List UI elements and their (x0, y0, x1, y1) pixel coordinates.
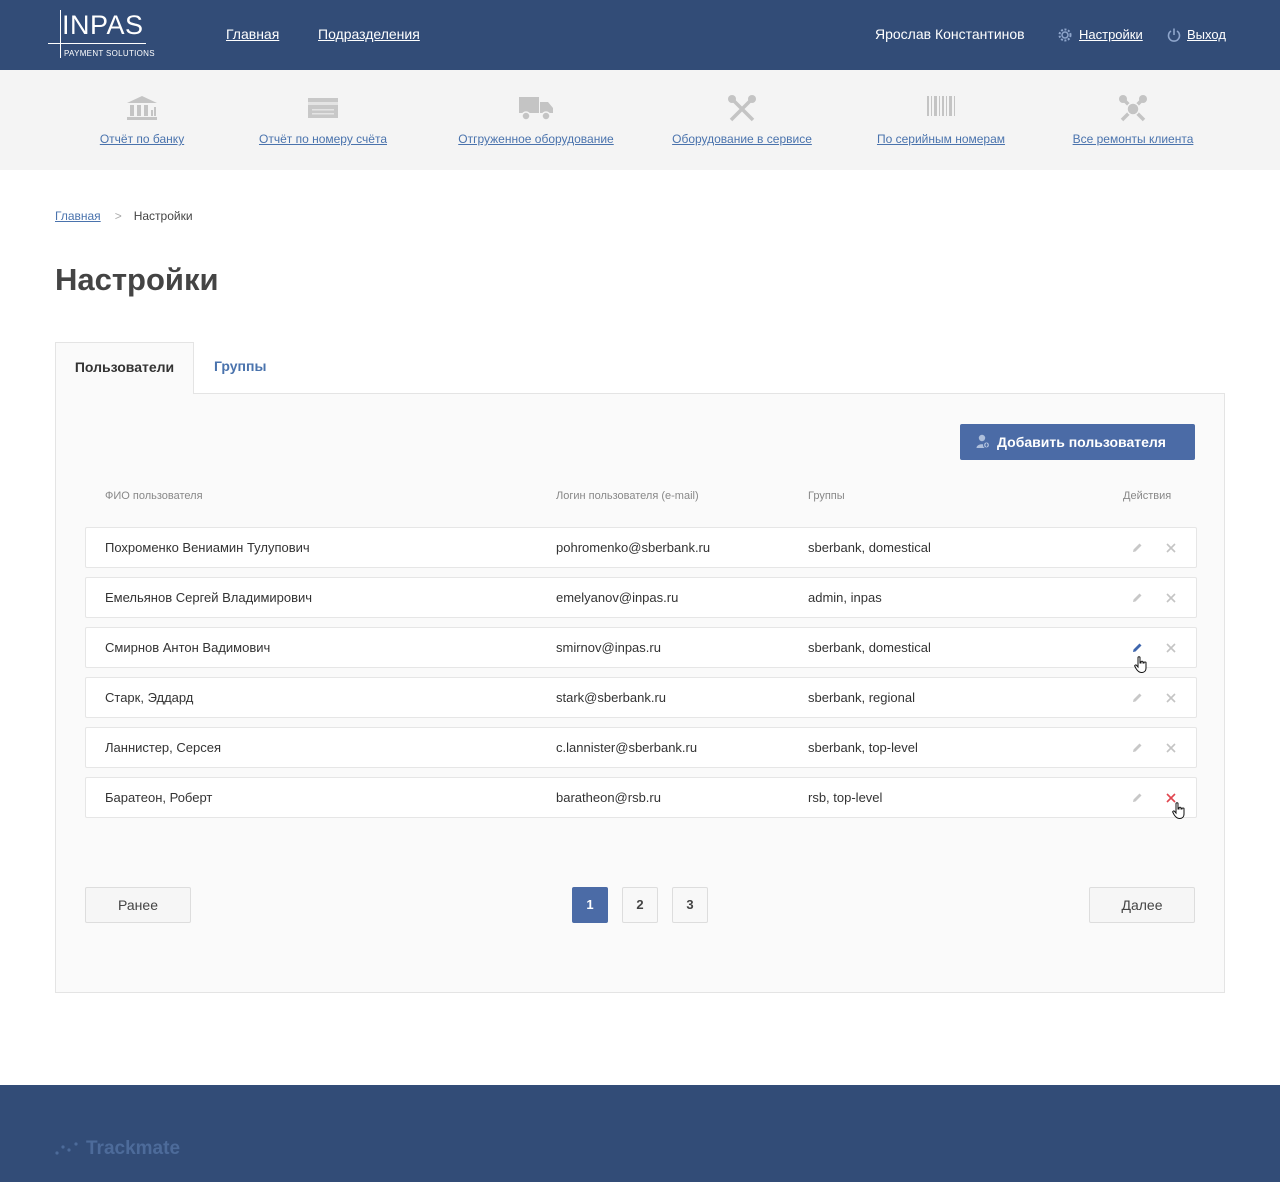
delete-x-icon[interactable] (1164, 741, 1178, 755)
page-1-button[interactable]: 1 (572, 887, 608, 923)
hand-cursor-icon (1172, 802, 1185, 820)
hand-cursor-icon (1134, 656, 1147, 674)
cell-groups: sberbank, domestical (808, 540, 931, 555)
breadcrumb-home[interactable]: Главная (55, 209, 101, 223)
cell-name: Ланнистер, Серсея (105, 740, 221, 755)
prev-page-button[interactable]: Ранее (85, 887, 191, 923)
delete-x-icon[interactable] (1164, 541, 1178, 555)
edit-pencil-icon[interactable] (1130, 641, 1144, 655)
tab-users[interactable]: Пользователи (55, 342, 194, 394)
quicknav-label: Отгруженное оборудование (458, 132, 614, 146)
table-row[interactable]: Смирнов Антон Вадимович smirnov@inpas.ru… (85, 627, 1197, 674)
edit-pencil-icon[interactable] (1130, 741, 1144, 755)
page-2-button[interactable]: 2 (622, 887, 658, 923)
quicknav-label: Оборудование в сервисе (672, 132, 812, 146)
barcode-icon (927, 96, 955, 116)
cell-groups: sberbank, domestical (808, 640, 931, 655)
add-user-icon (976, 434, 990, 449)
cell-name: Смирнов Антон Вадимович (105, 640, 271, 655)
cell-login: stark@sberbank.ru (556, 690, 667, 705)
add-user-button[interactable]: Добавить пользователя (960, 424, 1195, 460)
logout-link[interactable]: Выход (1187, 27, 1226, 42)
quicknav-client-repairs[interactable]: Все ремонты клиента (1066, 70, 1200, 170)
user-name: Ярослав Константинов (875, 26, 1025, 42)
add-user-label: Добавить пользователя (997, 434, 1166, 450)
table-row[interactable]: Ланнистер, Серсея c.lannister@sberbank.r… (85, 727, 1197, 768)
cell-groups: admin, inpas (808, 590, 882, 605)
column-header-login: Логин пользователя (e-mail) (556, 490, 699, 502)
logo-horizontal-line (48, 43, 146, 44)
cell-name: Старк, Эддард (105, 690, 194, 705)
gear-icon[interactable] (1057, 27, 1073, 43)
tab-groups[interactable]: Группы (214, 342, 266, 394)
quicknav-label: По серийным номерам (876, 132, 1006, 146)
edit-pencil-icon[interactable] (1130, 791, 1144, 805)
column-header-actions: Действия (1123, 490, 1172, 502)
quicknav-label: Все ремонты клиента (1072, 132, 1194, 146)
next-page-button[interactable]: Далее (1089, 887, 1195, 923)
table-row[interactable]: Емельянов Сергей Владимирович emelyanov@… (85, 577, 1197, 618)
page-3-button[interactable]: 3 (672, 887, 708, 923)
breadcrumb: Главная > Настройки (55, 209, 193, 223)
quicknav-account-report[interactable]: Отчёт по номеру счёта (253, 70, 393, 170)
footer: Trackmate (0, 1085, 1280, 1182)
quicknav-serial-numbers[interactable]: По серийным номерам (870, 70, 1012, 170)
column-header-groups: Группы (808, 490, 845, 502)
quicknav-label: Отчёт по номеру счёта (258, 132, 387, 146)
table-row[interactable]: Баратеон, Роберт baratheon@rsb.ru rsb, t… (85, 777, 1197, 820)
edit-pencil-icon[interactable] (1130, 541, 1144, 555)
quicknav-shipped-equipment[interactable]: Отгруженное оборудование (450, 70, 622, 170)
table-row[interactable]: Похроменко Вениамин Тулупович pohromenko… (85, 527, 1197, 568)
logo-text: INPAS (62, 10, 144, 40)
bank-icon (127, 96, 157, 120)
settings-link[interactable]: Настройки (1079, 27, 1143, 42)
cell-name: Емельянов Сергей Владимирович (105, 590, 313, 605)
logo-tagline: PAYMENT SOLUTIONS (64, 49, 155, 58)
delete-x-icon[interactable] (1164, 641, 1178, 655)
trackmate-logo-text: Trackmate (86, 1138, 181, 1159)
card-icon (308, 98, 338, 118)
quick-nav-bar: Отчёт по банку Отчёт по номеру счёта Отг… (0, 70, 1280, 170)
cell-name: Похроменко Вениамин Тулупович (105, 540, 310, 555)
table-row[interactable]: Старк, Эддард stark@sberbank.ru sberbank… (85, 677, 1197, 718)
tools-icon (728, 95, 756, 122)
delete-x-icon[interactable] (1164, 591, 1178, 605)
edit-pencil-icon[interactable] (1130, 591, 1144, 605)
inpas-logo[interactable]: INPAS PAYMENT SOLUTIONS (48, 10, 158, 60)
column-header-name: ФИО пользователя (105, 490, 203, 502)
breadcrumb-separator: > (114, 209, 122, 223)
cell-login: pohromenko@sberbank.ru (556, 540, 711, 555)
cell-name: Баратеон, Роберт (105, 790, 213, 805)
top-header: INPAS PAYMENT SOLUTIONS Главная Подразде… (0, 0, 1280, 70)
repair-icon (1119, 95, 1147, 122)
nav-home[interactable]: Главная (226, 26, 279, 42)
quicknav-bank-report[interactable]: Отчёт по банку (92, 70, 192, 170)
cell-login: c.lannister@sberbank.ru (556, 740, 698, 755)
cell-login: baratheon@rsb.ru (556, 790, 661, 805)
cell-groups: sberbank, top-level (808, 740, 918, 755)
quicknav-equipment-in-service[interactable]: Оборудование в сервисе (666, 70, 818, 170)
trackmate-logo-icon (55, 1142, 78, 1155)
power-icon[interactable] (1166, 27, 1182, 43)
edit-pencil-icon[interactable] (1130, 691, 1144, 705)
breadcrumb-current: Настройки (133, 209, 193, 223)
truck-icon (519, 97, 553, 121)
cell-groups: rsb, top-level (808, 790, 883, 805)
cell-groups: sberbank, regional (808, 690, 915, 705)
delete-x-icon[interactable] (1164, 691, 1178, 705)
cell-login: emelyanov@inpas.ru (556, 590, 679, 605)
page-title: Настройки (55, 262, 219, 297)
quicknav-label: Отчёт по банку (99, 132, 185, 146)
nav-departments[interactable]: Подразделения (318, 26, 420, 42)
cell-login: smirnov@inpas.ru (556, 640, 661, 655)
logo-vertical-line (60, 10, 61, 58)
